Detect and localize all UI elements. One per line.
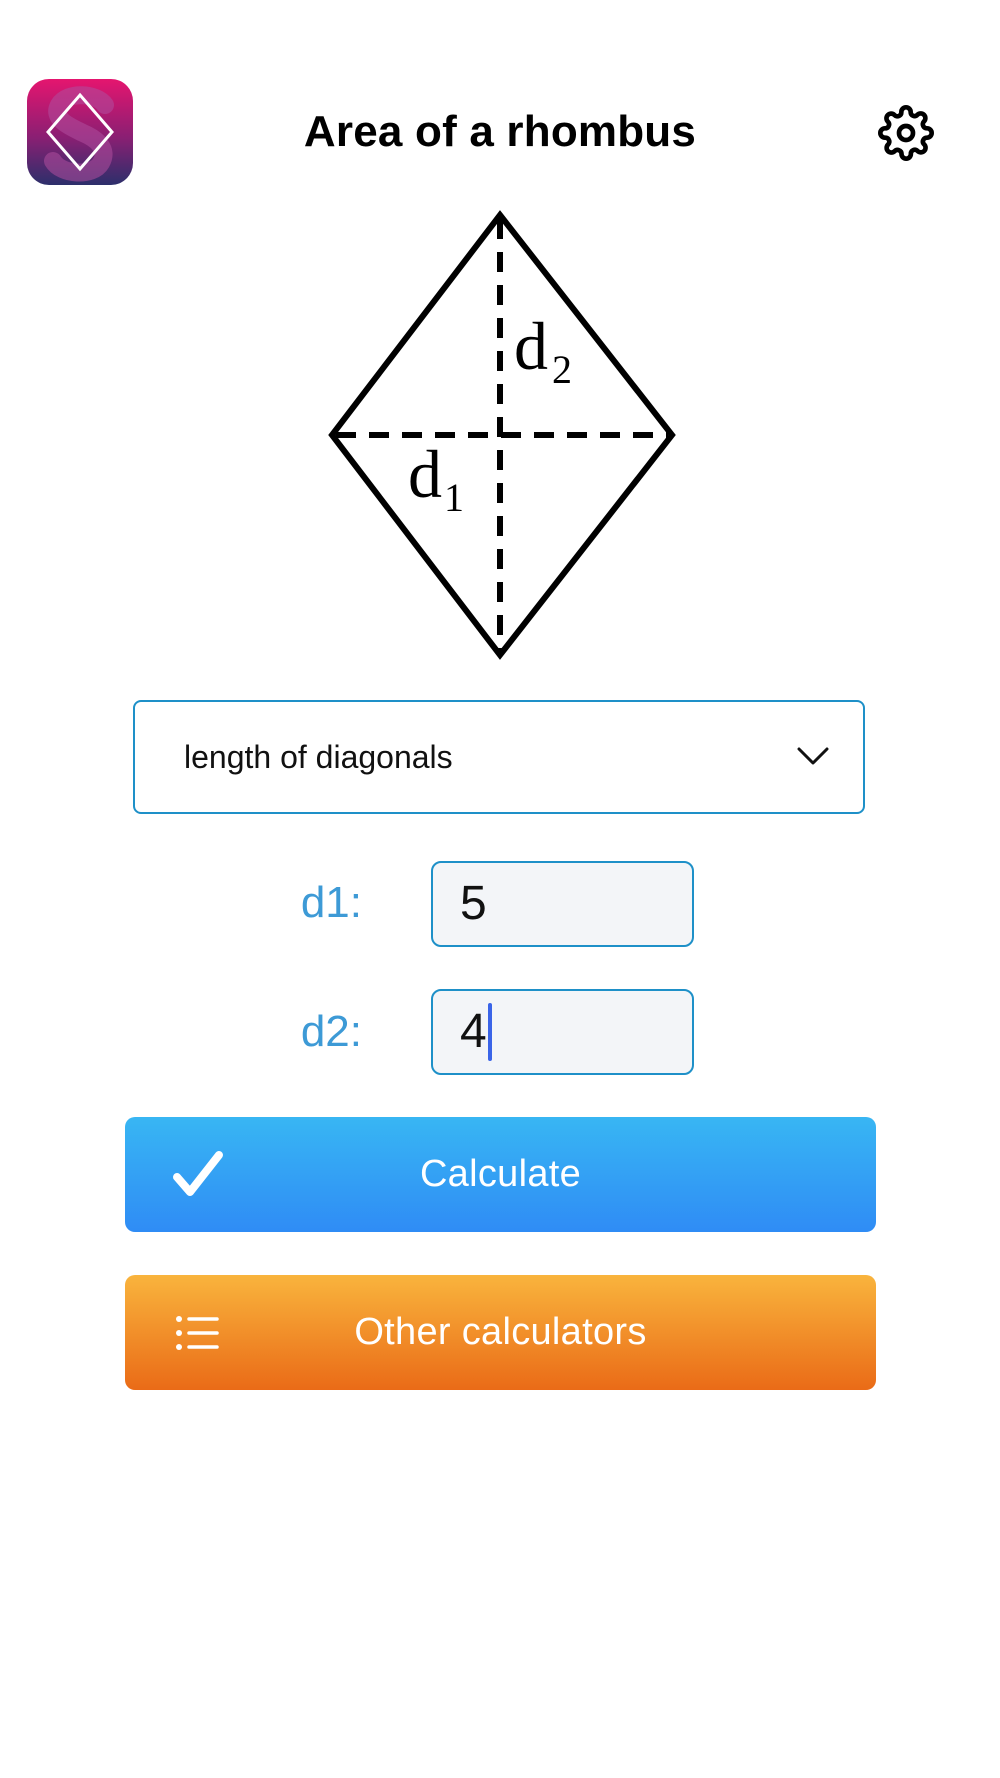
page-title: Area of a rhombus: [303, 107, 697, 156]
d2-value: 4: [460, 1005, 487, 1058]
d1-input[interactable]: 5: [431, 861, 694, 947]
diagonal-d1-label: d1: [408, 436, 464, 520]
d1-value: 5: [460, 877, 487, 930]
calculate-button-label: Calculate: [419, 1153, 582, 1195]
d1-label: d1:: [300, 878, 362, 927]
text-caret: [487, 1003, 492, 1061]
rhombus-diagram: d2 d1: [328, 210, 676, 660]
d2-input[interactable]: 4: [431, 989, 694, 1075]
gear-icon: [878, 105, 934, 161]
calculate-button[interactable]: Calculate: [125, 1117, 876, 1232]
calculation-mode-select[interactable]: length of diagonals: [133, 700, 865, 814]
d2-label: d2:: [300, 1007, 362, 1056]
other-calculators-button[interactable]: Other calculators: [125, 1275, 876, 1390]
other-calculators-button-label: Other calculators: [354, 1311, 647, 1353]
diagonal-d2-label: d2: [514, 308, 572, 392]
settings-button[interactable]: [876, 103, 936, 163]
calculation-mode-value: length of diagonals: [184, 739, 453, 775]
chevron-down-icon: [797, 747, 829, 765]
